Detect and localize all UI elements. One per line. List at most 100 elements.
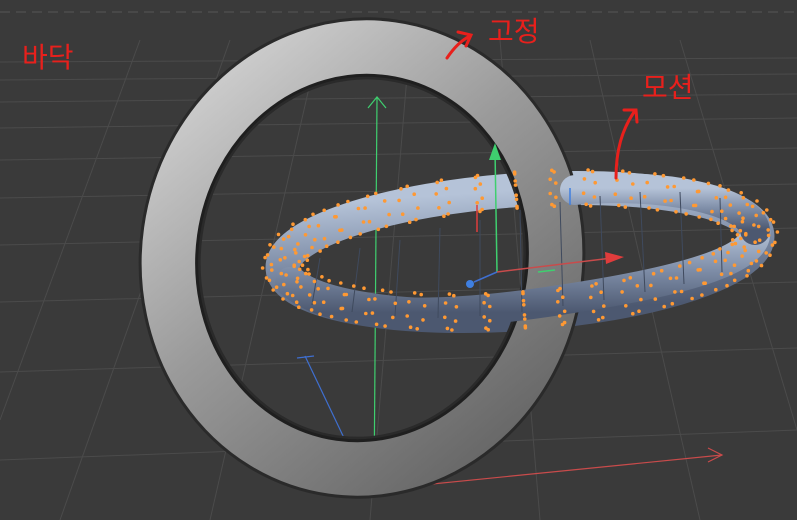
vertex-point bbox=[419, 292, 424, 297]
vertex-point bbox=[661, 173, 666, 178]
vertex-point bbox=[766, 233, 771, 238]
vertex-point bbox=[279, 246, 284, 251]
vertex-point bbox=[766, 228, 770, 232]
vertex-point bbox=[695, 189, 700, 194]
vertex-point bbox=[588, 204, 593, 208]
vertex-point bbox=[297, 305, 301, 310]
vertex-point bbox=[367, 297, 371, 302]
vertex-point bbox=[274, 285, 279, 290]
vertex-point bbox=[690, 296, 694, 301]
vertex-point bbox=[265, 253, 270, 257]
vertex-point bbox=[475, 201, 480, 205]
vertex-point bbox=[743, 248, 747, 253]
vertex-point bbox=[290, 293, 295, 298]
vertex-point bbox=[631, 311, 635, 316]
vertex-point bbox=[407, 220, 412, 224]
vertex-point bbox=[613, 192, 618, 196]
vertex-point bbox=[299, 285, 303, 289]
vertex-point bbox=[703, 281, 707, 286]
vertex-point bbox=[363, 206, 367, 210]
vertex-point bbox=[384, 224, 389, 229]
vertex-point bbox=[755, 199, 759, 203]
vertex-point bbox=[730, 238, 735, 242]
vertex-point bbox=[726, 250, 730, 255]
vertex-point bbox=[412, 291, 417, 295]
vertex-point bbox=[285, 291, 290, 296]
vertex-point bbox=[714, 287, 718, 292]
vertex-point bbox=[674, 276, 679, 280]
vertex-point bbox=[269, 262, 274, 267]
vertex-point bbox=[415, 327, 420, 331]
vertex-point bbox=[629, 196, 633, 200]
vertex-point bbox=[697, 215, 701, 219]
3d-viewport[interactable]: 바닥 고정 모션 bbox=[0, 0, 797, 520]
vertex-point bbox=[590, 284, 594, 288]
vertex-point bbox=[663, 199, 667, 203]
vertex-point bbox=[324, 244, 329, 248]
vertex-point bbox=[447, 292, 452, 296]
vertex-point bbox=[770, 243, 775, 247]
vertex-point bbox=[720, 209, 724, 213]
vertex-point bbox=[744, 231, 748, 236]
vertex-point bbox=[444, 186, 449, 191]
vertex-point bbox=[339, 281, 343, 285]
vertex-point bbox=[373, 297, 377, 301]
vertex-point bbox=[672, 184, 676, 189]
vertex-point bbox=[316, 223, 321, 228]
vertex-point bbox=[374, 191, 378, 196]
vertex-point bbox=[480, 196, 485, 200]
vertex-point bbox=[303, 217, 308, 222]
vertex-point bbox=[653, 297, 658, 301]
vertex-point bbox=[303, 233, 308, 237]
vertex-point bbox=[522, 313, 527, 317]
vertex-point bbox=[679, 289, 684, 294]
vertex-point bbox=[352, 284, 356, 288]
annotation-motion-label: 모션 bbox=[642, 71, 694, 104]
vertex-point bbox=[637, 309, 641, 314]
vertex-point bbox=[486, 327, 491, 332]
vertex-point bbox=[561, 295, 565, 300]
vertex-point bbox=[382, 199, 387, 203]
vertex-point bbox=[307, 224, 311, 229]
vertex-point bbox=[745, 202, 750, 207]
vertex-point bbox=[753, 240, 757, 244]
vertex-point bbox=[514, 193, 518, 197]
vertex-point bbox=[730, 228, 734, 233]
vertex-point bbox=[320, 275, 324, 279]
vertex-point bbox=[333, 215, 337, 219]
vertex-point bbox=[346, 199, 350, 204]
vertex-point bbox=[740, 219, 745, 224]
vertex-point bbox=[628, 276, 633, 280]
vertex-point bbox=[740, 254, 744, 258]
vertex-point bbox=[364, 311, 368, 316]
vertex-point bbox=[655, 208, 660, 212]
vertex-point bbox=[408, 325, 413, 330]
vertex-point bbox=[367, 219, 372, 224]
gizmo-z-handle[interactable] bbox=[466, 280, 474, 288]
vertex-point bbox=[687, 260, 692, 265]
vertex-point bbox=[737, 211, 741, 215]
vertex-point bbox=[302, 254, 307, 259]
vertex-point bbox=[405, 314, 410, 318]
vertex-point bbox=[765, 208, 769, 212]
vertex-point bbox=[700, 293, 704, 297]
vertex-point bbox=[631, 182, 635, 186]
vertex-point bbox=[380, 288, 385, 293]
vertex-point bbox=[557, 314, 562, 318]
vertex-point bbox=[735, 233, 740, 237]
vertex-point bbox=[653, 172, 657, 176]
vertex-point bbox=[718, 184, 722, 188]
vertex-point bbox=[294, 251, 298, 255]
vertex-point bbox=[582, 177, 587, 181]
vertex-point bbox=[453, 319, 458, 323]
vertex-point bbox=[322, 236, 327, 241]
vertex-point bbox=[741, 196, 746, 200]
vertex-point bbox=[738, 228, 743, 233]
vertex-point bbox=[445, 326, 450, 331]
vertex-point bbox=[304, 271, 308, 276]
vertex-point bbox=[264, 276, 269, 280]
vertex-point bbox=[443, 315, 447, 320]
vertex-point bbox=[309, 308, 314, 312]
vertex-point bbox=[421, 318, 425, 322]
vertex-point bbox=[718, 247, 722, 251]
